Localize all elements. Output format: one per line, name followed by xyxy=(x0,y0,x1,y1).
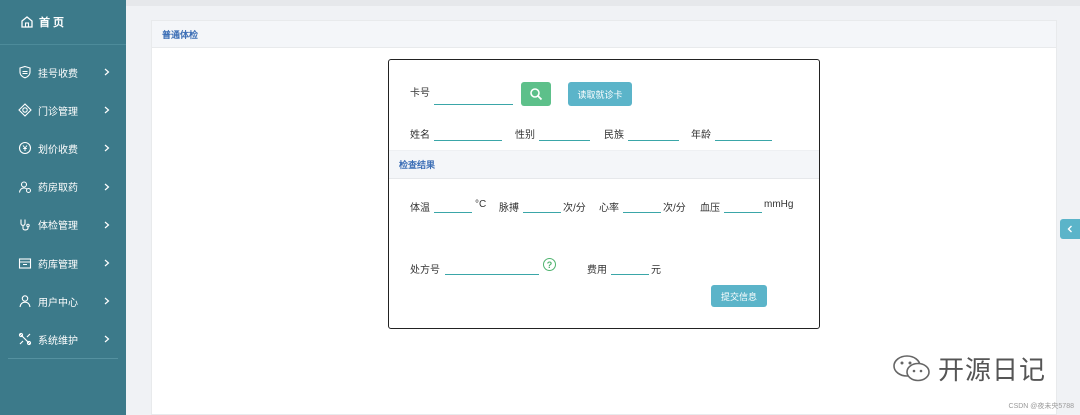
panel-title: 普通体检 xyxy=(152,21,1056,48)
sidebar: 首 页 挂号收费 门诊管理 划价收费 药房取药 体检管理 药库管理 用户中心 系… xyxy=(0,0,126,415)
temperature-input[interactable] xyxy=(434,212,472,213)
sidebar-item-label: 药库管理 xyxy=(38,259,78,271)
chevron-right-icon xyxy=(104,297,110,305)
sidebar-item-system[interactable]: 系统维护 xyxy=(0,320,126,358)
heart-rate-label: 心率 xyxy=(599,203,619,214)
blood-pressure-label: 血压 xyxy=(700,203,720,214)
blood-pressure-unit: mmHg xyxy=(764,199,794,210)
fee-unit: 元 xyxy=(651,265,661,276)
pulse-unit: 次/分 xyxy=(563,203,586,214)
user-icon xyxy=(18,294,32,308)
chevron-right-icon xyxy=(104,221,110,229)
prescription-label: 处方号 xyxy=(410,265,440,276)
card-number-input[interactable] xyxy=(434,104,513,105)
sidebar-item-label: 药房取药 xyxy=(38,183,78,195)
name-label: 姓名 xyxy=(410,130,430,141)
temperature-unit: °C xyxy=(475,199,487,210)
warehouse-icon xyxy=(18,256,32,270)
sidebar-item-label: 挂号收费 xyxy=(38,68,78,80)
checkup-form: 卡号 读取就诊卡 姓名 性别 民族 年龄 检查结果 体温 °C 脉搏 次/分 心… xyxy=(388,59,820,329)
sidebar-item-label: 门诊管理 xyxy=(38,106,78,118)
section-title: 检查结果 xyxy=(389,150,819,179)
gender-label: 性别 xyxy=(515,130,535,141)
sidebar-item-checkup[interactable]: 体检管理 xyxy=(0,206,126,244)
top-bar xyxy=(126,0,1080,6)
chevron-right-icon xyxy=(104,68,110,76)
pulse-input[interactable] xyxy=(523,212,561,213)
help-icon[interactable]: ? xyxy=(543,258,556,271)
watermark-text: 开源日记 xyxy=(938,355,1047,385)
chevron-right-icon xyxy=(104,335,110,343)
tools-icon xyxy=(18,332,32,346)
sidebar-item-user-center[interactable]: 用户中心 xyxy=(0,282,126,320)
age-input[interactable] xyxy=(715,140,772,141)
wechat-icon xyxy=(893,354,930,381)
user-pharmacy-icon xyxy=(18,180,32,194)
stethoscope-icon xyxy=(18,218,32,232)
sidebar-item-label: 用户中心 xyxy=(38,297,78,309)
prescription-input[interactable] xyxy=(445,274,539,275)
sidebar-item-label: 体检管理 xyxy=(38,221,78,233)
sidebar-menu: 挂号收费 门诊管理 划价收费 药房取药 体检管理 药库管理 用户中心 系统维护 xyxy=(0,53,126,359)
blood-pressure-input[interactable] xyxy=(724,212,762,213)
ethnicity-input[interactable] xyxy=(628,140,679,141)
sidebar-home[interactable]: 首 页 xyxy=(0,0,126,45)
sidebar-item-warehouse[interactable]: 药库管理 xyxy=(0,244,126,282)
age-label: 年龄 xyxy=(691,130,711,141)
home-icon xyxy=(21,16,33,28)
fee-label: 费用 xyxy=(587,265,607,276)
temperature-label: 体温 xyxy=(410,203,430,214)
ethnicity-label: 民族 xyxy=(604,130,624,141)
chevron-right-icon xyxy=(104,259,110,267)
collapse-tab[interactable] xyxy=(1060,219,1080,239)
chevron-right-icon xyxy=(104,183,110,191)
sidebar-item-label: 系统维护 xyxy=(38,335,78,347)
search-button[interactable] xyxy=(521,82,551,106)
shield-icon xyxy=(18,65,32,79)
heart-rate-unit: 次/分 xyxy=(663,203,686,214)
pulse-label: 脉搏 xyxy=(499,203,519,214)
submit-button[interactable]: 提交信息 xyxy=(711,285,767,307)
gender-input[interactable] xyxy=(539,140,590,141)
sidebar-item-pricing[interactable]: 划价收费 xyxy=(0,129,126,167)
card-number-label: 卡号 xyxy=(410,88,430,99)
chevron-right-icon xyxy=(104,145,110,152)
watermark: 开源日记 xyxy=(892,350,1046,387)
csdn-credit: CSDN @夜未央5788 xyxy=(1008,403,1074,410)
sidebar-divider xyxy=(8,358,118,359)
heart-rate-input[interactable] xyxy=(623,212,661,213)
home-label: 首 页 xyxy=(39,17,65,29)
sidebar-item-label: 划价收费 xyxy=(38,144,78,156)
sidebar-item-pharmacy[interactable]: 药房取药 xyxy=(0,168,126,206)
name-input[interactable] xyxy=(434,140,502,141)
chevron-left-icon xyxy=(1067,225,1072,233)
read-card-button[interactable]: 读取就诊卡 xyxy=(568,82,632,106)
search-icon xyxy=(530,88,543,101)
chevron-right-icon xyxy=(104,106,110,114)
fee-input[interactable] xyxy=(611,274,649,275)
sidebar-item-registration[interactable]: 挂号收费 xyxy=(0,53,126,91)
diamond-gear-icon xyxy=(18,103,32,118)
money-icon xyxy=(18,141,32,155)
sidebar-item-outpatient[interactable]: 门诊管理 xyxy=(0,91,126,129)
